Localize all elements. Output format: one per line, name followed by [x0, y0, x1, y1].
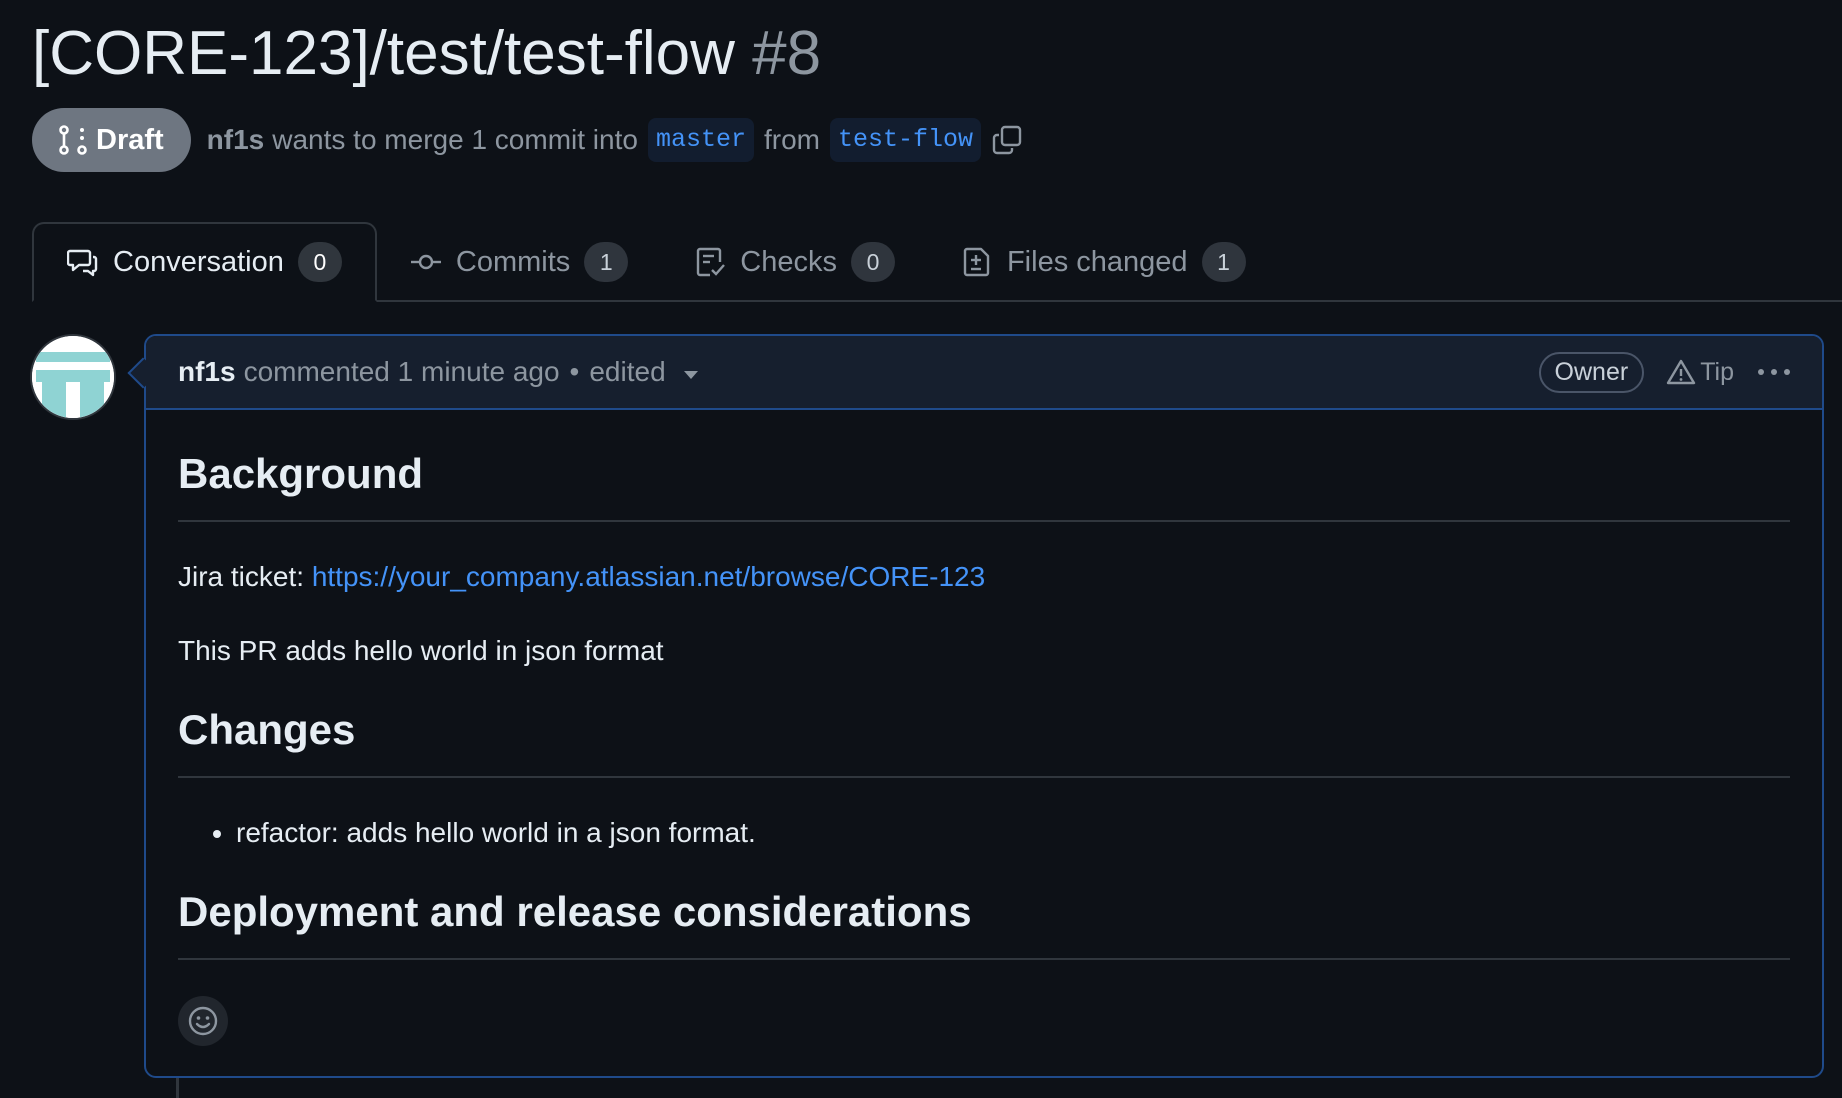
file-diff-icon	[963, 247, 990, 277]
checklist-icon	[697, 247, 726, 277]
timeline-connector	[176, 1078, 179, 1098]
draft-label: Draft	[96, 123, 164, 156]
pr-tabs: Conversation 0 Commits 1 Checks 0 Files …	[32, 222, 1279, 302]
pull-request-page: [CORE-123]/test/test-flow #8 Draft nf1s …	[0, 0, 1842, 1098]
comment-header: nf1s commented 1 minute ago • edited Own…	[146, 336, 1822, 410]
avatar[interactable]	[30, 334, 116, 420]
tab-files-changed[interactable]: Files changed 1	[928, 222, 1279, 302]
tab-commits-count: 1	[584, 242, 629, 282]
pr-title-text: [CORE-123]/test/test-flow	[32, 19, 735, 88]
comment-author-link[interactable]: nf1s	[178, 356, 236, 388]
comment-separator: •	[569, 356, 580, 387]
jira-label: Jira ticket:	[178, 561, 305, 592]
list-item: refactor: adds hello world in a json for…	[236, 814, 1790, 852]
pr-meta: Draft nf1s wants to merge 1 commit into …	[32, 108, 1023, 172]
draft-badge: Draft	[32, 108, 191, 172]
base-branch[interactable]: master	[647, 118, 754, 162]
owner-badge: Owner	[1538, 351, 1645, 393]
smiley-icon	[188, 1006, 218, 1036]
pr-description-comment: nf1s commented 1 minute ago • edited Own…	[144, 334, 1824, 1078]
alert-icon	[1666, 359, 1696, 385]
pr-number: #8	[752, 19, 822, 88]
kebab-horizontal-icon[interactable]	[1756, 366, 1792, 378]
tab-conversation[interactable]: Conversation 0	[32, 222, 377, 302]
tab-checks-label: Checks	[740, 245, 837, 278]
edited-dropdown[interactable]: edited	[589, 356, 698, 388]
jira-paragraph: Jira ticket: https://your_company.atlass…	[178, 558, 1790, 596]
tab-conversation-count: 0	[297, 242, 342, 282]
tab-files-changed-label: Files changed	[1006, 245, 1188, 278]
tab-commits-label: Commits	[455, 245, 571, 278]
tab-files-changed-count: 1	[1201, 242, 1246, 282]
comment-timestamp[interactable]: commented 1 minute ago	[244, 356, 560, 388]
tab-checks[interactable]: Checks 0	[661, 222, 928, 302]
changes-list: refactor: adds hello world in a json for…	[178, 814, 1790, 852]
identicon-icon	[32, 336, 114, 418]
description-paragraph: This PR adds hello world in json format	[178, 635, 664, 666]
page-title: [CORE-123]/test/test-flow #8	[32, 14, 821, 94]
edited-label: edited	[589, 356, 666, 387]
tip-button[interactable]: Tip	[1666, 358, 1734, 387]
head-branch[interactable]: test-flow	[829, 118, 981, 162]
heading-changes: Changes	[178, 706, 1790, 778]
jira-ticket-link[interactable]: https://your_company.atlassian.net/brows…	[312, 561, 985, 592]
merge-text: wants to merge 1 commit into	[272, 124, 638, 155]
tab-commits[interactable]: Commits 1	[377, 222, 661, 302]
chevron-down-icon	[683, 371, 698, 379]
heading-deployment: Deployment and release considerations	[178, 888, 1790, 960]
tab-conversation-label: Conversation	[113, 245, 284, 278]
heading-background: Background	[178, 450, 1790, 522]
git-commit-icon	[410, 254, 441, 270]
tip-label: Tip	[1700, 357, 1734, 386]
from-text: from	[763, 124, 820, 155]
copy-icon[interactable]	[991, 124, 1023, 156]
comment-header-actions: Owner Tip	[1538, 351, 1792, 393]
comment-discussion-icon	[67, 249, 98, 277]
comment-body: Background Jira ticket: https://your_com…	[146, 410, 1822, 960]
pr-author-link[interactable]: nf1s	[207, 124, 265, 156]
add-reaction-button[interactable]	[178, 996, 228, 1046]
tab-checks-count: 0	[850, 242, 895, 282]
git-pull-request-draft-icon	[59, 125, 87, 155]
